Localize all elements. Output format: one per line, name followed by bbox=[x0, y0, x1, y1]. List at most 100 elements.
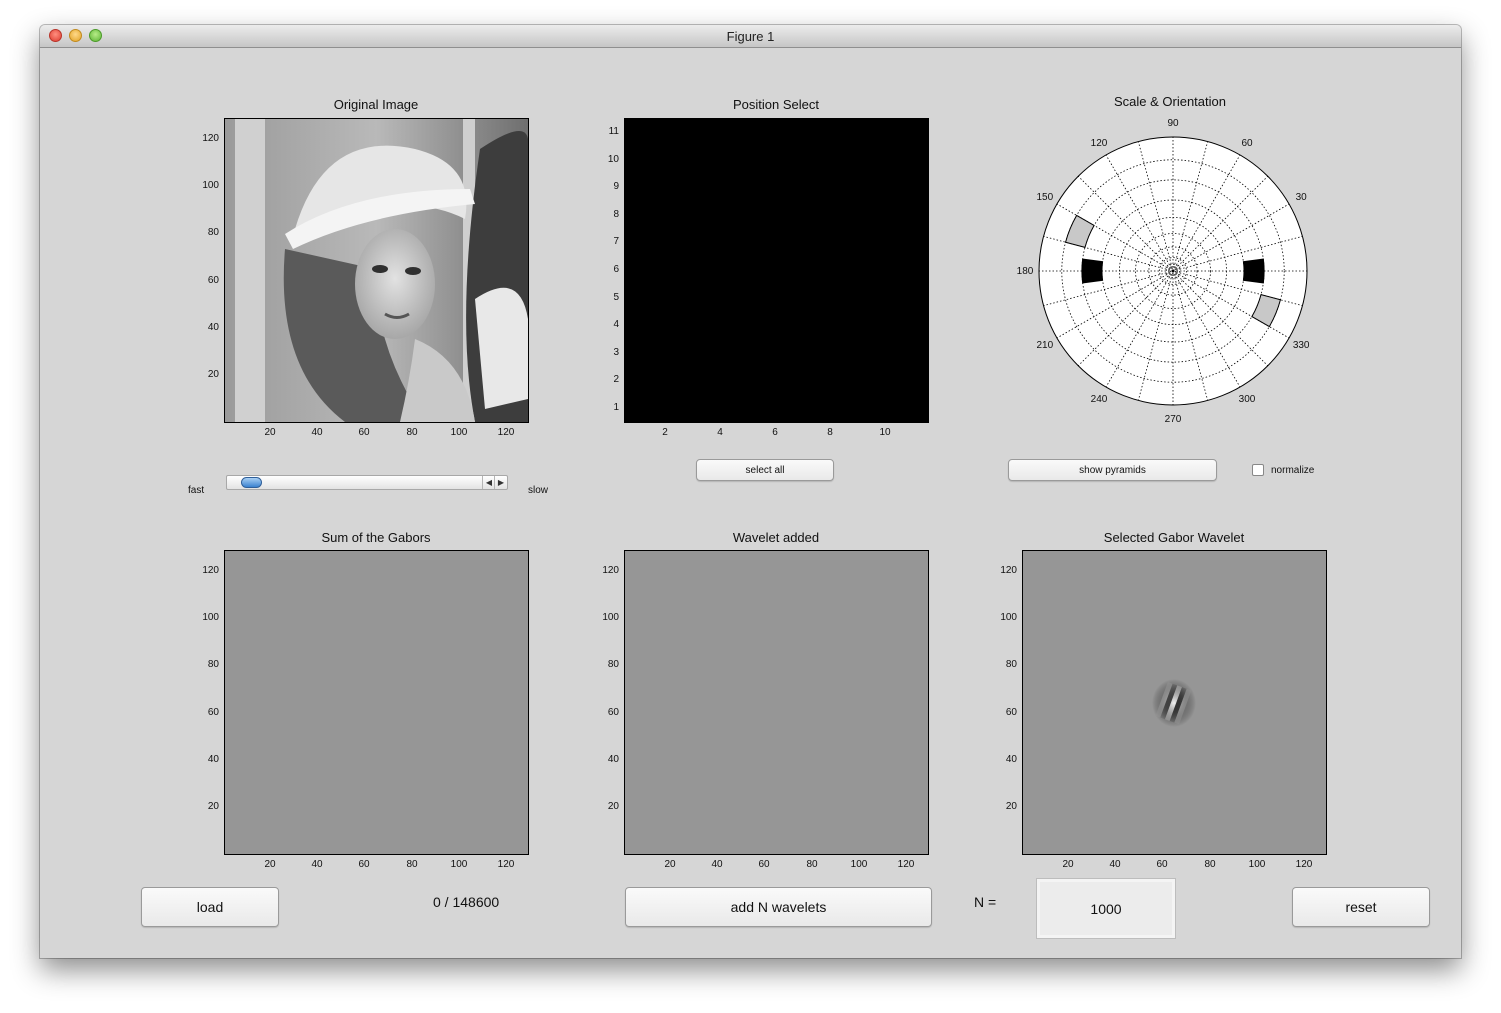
selected-xtick-label: 120 bbox=[1295, 859, 1313, 870]
sum-of-gabors-title: Sum of the Gabors bbox=[321, 530, 431, 545]
sum-ytick-label: 80 bbox=[207, 659, 219, 670]
select-all-button[interactable]: select all bbox=[696, 459, 834, 481]
normalize-checkbox[interactable] bbox=[1252, 464, 1264, 476]
original-xtick-label: 80 bbox=[406, 427, 418, 438]
sum-ytick-label: 100 bbox=[202, 612, 219, 623]
original-xtick-label: 60 bbox=[358, 427, 370, 438]
slider-right-arrow-icon[interactable]: ▶ bbox=[494, 476, 507, 489]
position-xtick-label: 6 bbox=[772, 427, 778, 438]
n-value-field[interactable]: 1000 bbox=[1036, 878, 1176, 939]
position-ytick-label: 6 bbox=[613, 264, 619, 275]
add-n-wavelets-button[interactable]: add N wavelets bbox=[625, 887, 932, 927]
sum-xtick-label: 100 bbox=[450, 859, 468, 870]
show-pyramids-button[interactable]: show pyramids bbox=[1008, 459, 1217, 481]
normalize-label: normalize bbox=[1271, 465, 1315, 476]
sum-xtick-label: 20 bbox=[264, 859, 276, 870]
original-image bbox=[225, 119, 528, 422]
selected-ytick-label: 40 bbox=[1005, 754, 1017, 765]
position-ytick-label: 2 bbox=[613, 374, 619, 385]
selected-gabor-title: Selected Gabor Wavelet bbox=[1103, 530, 1245, 545]
polar-angle-label: 330 bbox=[1293, 340, 1310, 351]
sum-xtick-label: 120 bbox=[497, 859, 515, 870]
polar-angle-label: 240 bbox=[1091, 394, 1108, 405]
speed-slider[interactable]: ◀ ▶ bbox=[226, 475, 508, 490]
position-select-title: Position Select bbox=[733, 97, 819, 112]
speed-slider-thumb[interactable] bbox=[241, 477, 263, 488]
added-xtick-label: 40 bbox=[711, 859, 723, 870]
selected-xtick-label: 80 bbox=[1204, 859, 1216, 870]
sum-ytick-label: 40 bbox=[207, 754, 219, 765]
original-image-title: Original Image bbox=[333, 97, 419, 112]
selected-xtick-label: 40 bbox=[1109, 859, 1121, 870]
position-select-axes[interactable] bbox=[624, 118, 929, 423]
n-label: N = bbox=[974, 894, 997, 910]
selected-ytick-label: 120 bbox=[1000, 565, 1017, 576]
gabor-wavelet-image bbox=[1152, 679, 1196, 727]
load-button[interactable]: load bbox=[141, 887, 279, 927]
position-ytick-label: 11 bbox=[608, 126, 619, 137]
wavelet-added-title: Wavelet added bbox=[732, 530, 820, 545]
position-xtick-label: 10 bbox=[879, 427, 891, 438]
position-ytick-label: 8 bbox=[613, 209, 619, 220]
original-xtick-label: 40 bbox=[311, 427, 323, 438]
original-image-axes[interactable] bbox=[224, 118, 529, 423]
position-ytick-label: 4 bbox=[613, 319, 619, 330]
original-ytick-label: 120 bbox=[202, 133, 219, 144]
added-ytick-label: 60 bbox=[607, 707, 619, 718]
selected-ytick-label: 60 bbox=[1005, 707, 1017, 718]
sum-xtick-label: 80 bbox=[406, 859, 418, 870]
selected-ytick-label: 20 bbox=[1005, 801, 1017, 812]
speed-fast-label: fast bbox=[188, 485, 205, 496]
original-xtick-label: 100 bbox=[450, 427, 468, 438]
scale-orientation-polar-plot[interactable]: 90 60 30 330 300 270 240 210 180 150 120 bbox=[1000, 103, 1340, 433]
wavelet-counter: 0 / 148600 bbox=[433, 894, 500, 910]
polar-cell-selected[interactable] bbox=[1081, 258, 1104, 284]
sum-of-gabors-axes bbox=[224, 550, 529, 855]
added-ytick-label: 120 bbox=[602, 565, 619, 576]
original-xtick-label: 120 bbox=[497, 427, 515, 438]
added-ytick-label: 100 bbox=[602, 612, 619, 623]
polar-angle-label: 30 bbox=[1296, 192, 1308, 203]
polar-angle-label: 150 bbox=[1036, 192, 1053, 203]
sum-xtick-label: 60 bbox=[358, 859, 370, 870]
added-xtick-label: 100 bbox=[850, 859, 868, 870]
selected-xtick-label: 100 bbox=[1248, 859, 1266, 870]
polar-cell-selected[interactable] bbox=[1242, 258, 1265, 284]
original-ytick-label: 20 bbox=[207, 369, 219, 380]
position-ytick-label: 9 bbox=[613, 181, 619, 192]
sum-xtick-label: 40 bbox=[311, 859, 323, 870]
sum-ytick-label: 20 bbox=[207, 801, 219, 812]
selected-ytick-label: 100 bbox=[1000, 612, 1017, 623]
added-xtick-label: 120 bbox=[897, 859, 915, 870]
original-ytick-label: 100 bbox=[202, 180, 219, 191]
position-ytick-label: 7 bbox=[613, 236, 619, 247]
polar-angle-label: 180 bbox=[1017, 266, 1034, 277]
position-xtick-label: 4 bbox=[717, 427, 723, 438]
reset-button[interactable]: reset bbox=[1292, 887, 1430, 927]
polar-angle-label: 90 bbox=[1167, 118, 1179, 129]
added-ytick-label: 40 bbox=[607, 754, 619, 765]
original-ytick-label: 80 bbox=[207, 227, 219, 238]
selected-xtick-label: 20 bbox=[1062, 859, 1074, 870]
position-xtick-label: 8 bbox=[827, 427, 833, 438]
wavelet-added-axes bbox=[624, 550, 929, 855]
polar-angle-label: 270 bbox=[1165, 414, 1182, 425]
polar-angle-label: 210 bbox=[1036, 340, 1053, 351]
polar-angle-label: 60 bbox=[1241, 138, 1253, 149]
added-ytick-label: 20 bbox=[607, 801, 619, 812]
original-ytick-label: 40 bbox=[207, 322, 219, 333]
window-title: Figure 1 bbox=[726, 29, 775, 44]
polar-angle-label: 120 bbox=[1091, 138, 1108, 149]
selected-gabor-axes bbox=[1022, 550, 1327, 855]
added-xtick-label: 60 bbox=[758, 859, 770, 870]
position-ytick-label: 5 bbox=[613, 292, 619, 303]
figure-window: Figure 1 Original Image 120 100 80 60 40… bbox=[40, 25, 1461, 958]
sum-ytick-label: 60 bbox=[207, 707, 219, 718]
selected-xtick-label: 60 bbox=[1156, 859, 1168, 870]
title-bar: Figure 1 bbox=[40, 25, 1461, 48]
speed-slow-label: slow bbox=[528, 485, 549, 496]
added-ytick-label: 80 bbox=[607, 659, 619, 670]
selected-ytick-label: 80 bbox=[1005, 659, 1017, 670]
added-xtick-label: 20 bbox=[664, 859, 676, 870]
position-xtick-label: 2 bbox=[662, 427, 668, 438]
